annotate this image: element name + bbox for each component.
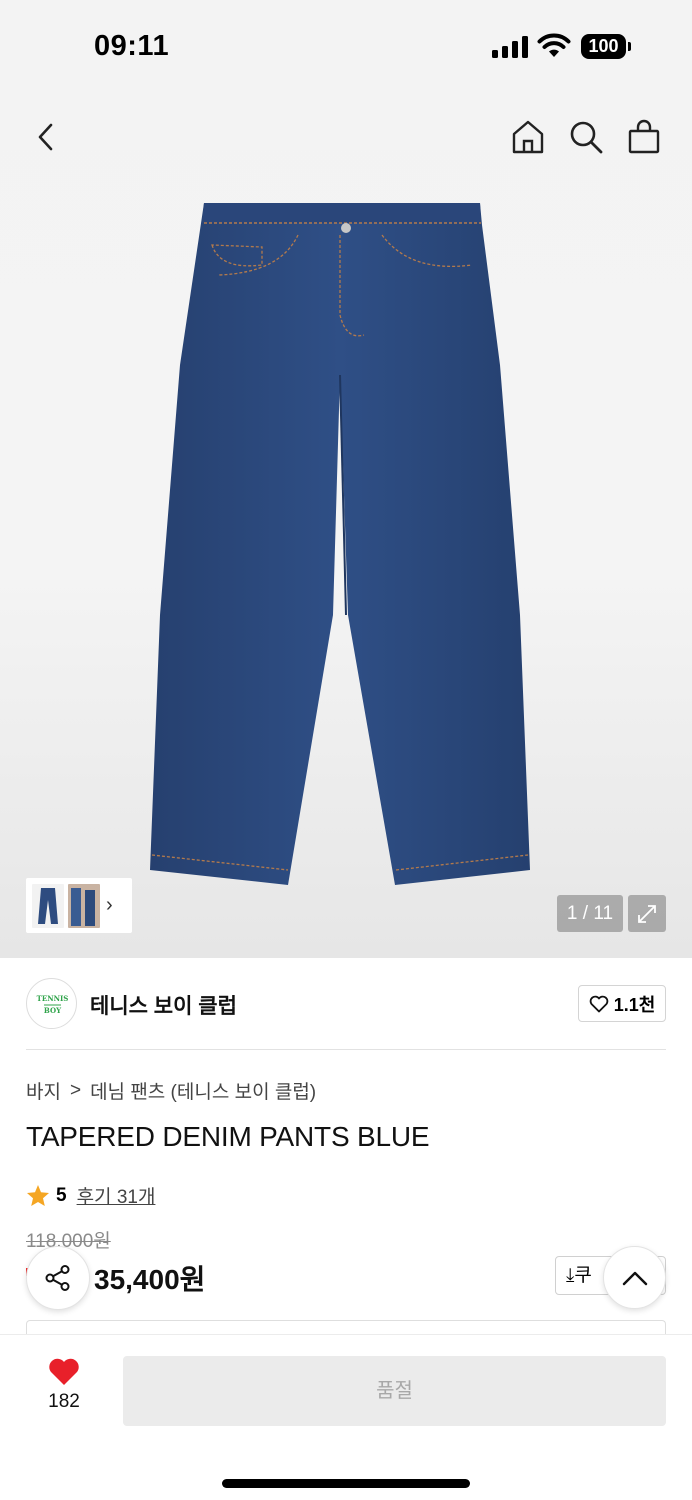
brand-like-button[interactable]: 1.1천: [578, 985, 666, 1022]
like-count: 182: [48, 1391, 80, 1412]
sale-price: 35,400원: [94, 1264, 206, 1295]
breadcrumb-separator: >: [69, 1079, 82, 1101]
chevron-up-icon: [622, 1271, 647, 1285]
shopping-bag-icon: [628, 119, 660, 154]
brand-logo[interactable]: TENNIS BOY: [26, 978, 77, 1029]
thumbnail-1[interactable]: [32, 883, 64, 928]
chevron-left-icon: [38, 123, 53, 151]
breadcrumb-category[interactable]: 바지: [26, 1077, 61, 1104]
reviews-link[interactable]: 후기 31개: [77, 1182, 156, 1209]
product-screen: 09:11 100 › 1 / 11 TENNIS BOY 테니스 보이 클럽 …: [0, 0, 692, 1500]
status-bar: 09:11 100: [0, 0, 692, 96]
home-indicator: [222, 1479, 470, 1488]
thumbnail-strip[interactable]: ›: [26, 878, 132, 933]
chevron-right-icon: ›: [106, 894, 113, 916]
rating: 5 후기 31개: [26, 1182, 155, 1209]
image-counter: 1 / 11: [557, 895, 623, 932]
divider: [26, 1049, 666, 1050]
brand-row[interactable]: TENNIS BOY 테니스 보이 클럽 1.1천: [26, 978, 666, 1030]
bottom-action-bar: 182 품절: [0, 1334, 692, 1500]
brand-name[interactable]: 테니스 보이 클럽: [90, 990, 237, 1020]
product-image[interactable]: [150, 195, 530, 885]
svg-text:BOY: BOY: [44, 1006, 62, 1015]
expand-button[interactable]: [628, 895, 666, 932]
star-icon: [27, 1185, 49, 1206]
rating-score: 5: [56, 1184, 67, 1206]
breadcrumb-subcategory[interactable]: 데님 팬츠 (테니스 보이 클럽): [90, 1077, 316, 1104]
signal-icon: [492, 36, 528, 58]
scroll-top-button[interactable]: [603, 1246, 666, 1309]
home-button[interactable]: [508, 117, 548, 157]
thumbnail-2[interactable]: [68, 883, 100, 928]
cart-button[interactable]: [624, 117, 664, 157]
battery-icon: 100: [581, 34, 631, 59]
home-icon: [512, 120, 544, 154]
heart-outline-icon: [589, 995, 608, 1012]
search-icon: [570, 121, 603, 154]
share-icon: [45, 1265, 70, 1291]
share-button[interactable]: [26, 1246, 90, 1310]
search-button[interactable]: [566, 117, 606, 157]
back-button[interactable]: [26, 117, 66, 157]
heart-filled-icon: [49, 1358, 79, 1385]
breadcrumb: 바지 > 데님 팬츠 (테니스 보이 클럽): [26, 1077, 316, 1104]
battery-level: 100: [581, 34, 626, 59]
product-gallery[interactable]: 09:11 100 › 1 / 11: [0, 0, 692, 958]
svg-text:TENNIS: TENNIS: [37, 994, 69, 1003]
wifi-icon: [537, 33, 571, 59]
expand-icon: [638, 904, 656, 923]
like-button[interactable]: 182: [34, 1357, 94, 1423]
brand-like-count: 1.1천: [613, 994, 656, 1015]
sold-out-button[interactable]: 품절: [123, 1356, 666, 1426]
status-time: 09:11: [94, 30, 170, 62]
product-title: TAPERED DENIM PANTS BLUE: [26, 1121, 430, 1152]
